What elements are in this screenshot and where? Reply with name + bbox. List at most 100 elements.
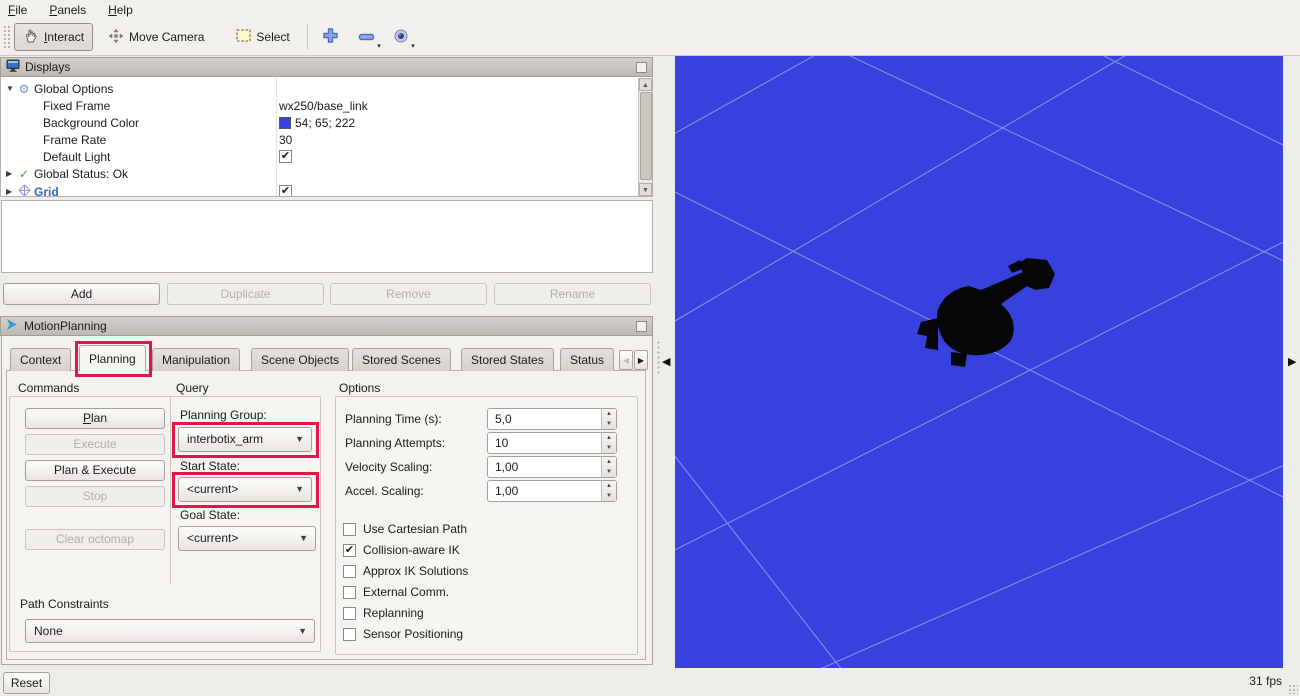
menu-help[interactable]: Help bbox=[108, 3, 133, 17]
panel-float-button[interactable] bbox=[636, 321, 647, 332]
toolbar-drag-handle[interactable] bbox=[3, 25, 10, 49]
scroll-up-icon[interactable]: ▲ bbox=[639, 78, 652, 91]
planning-time-label: Planning Time (s): bbox=[345, 412, 442, 426]
motion-planning-icon bbox=[6, 318, 19, 334]
planning-time-spinbox[interactable]: 5,0 ▲▼ bbox=[487, 408, 617, 430]
tree-row-background-color[interactable]: Background Color 54; 65; 222 bbox=[1, 114, 637, 131]
splitter-handle[interactable] bbox=[656, 340, 661, 376]
color-value-text: 54; 65; 222 bbox=[295, 116, 355, 130]
eye-icon bbox=[393, 28, 409, 47]
collision-aware-ik-option[interactable]: Collision-aware IK bbox=[343, 542, 460, 558]
camera-focus-button[interactable]: ▾ bbox=[386, 23, 416, 51]
tab-context[interactable]: Context bbox=[10, 348, 71, 371]
highlight-planning-group bbox=[172, 422, 319, 458]
chevron-down-icon: ▼ bbox=[298, 620, 307, 643]
highlight-start-state bbox=[172, 472, 319, 508]
tab-scroll-right-icon[interactable]: ▶ bbox=[634, 350, 648, 370]
replanning-checkbox[interactable] bbox=[343, 607, 356, 620]
checkbox-label: Sensor Positioning bbox=[363, 627, 463, 641]
tree-scrollbar[interactable]: ▲ ▼ bbox=[638, 78, 652, 196]
expand-arrow-icon[interactable]: ▶ bbox=[6, 169, 16, 178]
zoom-in-button[interactable] bbox=[316, 23, 346, 51]
external-comm-option[interactable]: External Comm. bbox=[343, 584, 449, 600]
chevron-down-icon: ▼ bbox=[299, 527, 308, 550]
3d-viewport[interactable] bbox=[675, 56, 1283, 668]
accel-scaling-value: 1,00 bbox=[495, 484, 518, 498]
chevron-down-icon[interactable]: ▾ bbox=[411, 43, 415, 50]
move-camera-tool-button[interactable]: Move Camera bbox=[99, 23, 213, 51]
splitter-collapse-left-icon[interactable]: ◀ bbox=[662, 357, 670, 368]
path-constraints-select[interactable]: None ▼ bbox=[25, 619, 315, 643]
use-cartesian-path-option[interactable]: Use Cartesian Path bbox=[343, 521, 467, 537]
status-bar: Reset 31 fps bbox=[0, 668, 1300, 696]
splitter-expand-right-icon[interactable]: ▶ bbox=[1288, 357, 1296, 368]
tab-stored-states[interactable]: Stored States bbox=[461, 348, 554, 371]
spinner-arrows-icon[interactable]: ▲▼ bbox=[601, 457, 616, 477]
path-constraints-value: None bbox=[34, 624, 63, 638]
3d-scene bbox=[675, 56, 1283, 668]
external-comm-checkbox[interactable] bbox=[343, 586, 356, 599]
zoom-out-button[interactable]: ▾ bbox=[352, 23, 382, 51]
tree-row-grid[interactable]: ▶ Grid bbox=[1, 183, 637, 197]
planning-group-label: Planning Group: bbox=[180, 408, 267, 422]
tree-row-global-options[interactable]: ▼ ⚙ Global Options bbox=[1, 80, 637, 97]
toolbar-separator bbox=[307, 24, 308, 50]
tab-stored-scenes[interactable]: Stored Scenes bbox=[352, 348, 451, 371]
tree-label: Global Options bbox=[34, 82, 113, 96]
resize-grip[interactable] bbox=[1288, 684, 1298, 694]
use-cartesian-path-checkbox[interactable] bbox=[343, 523, 356, 536]
chevron-down-icon[interactable]: ▾ bbox=[377, 43, 381, 50]
spinner-arrows-icon[interactable]: ▲▼ bbox=[601, 433, 616, 453]
replanning-option[interactable]: Replanning bbox=[343, 605, 424, 621]
collapse-arrow-icon[interactable]: ▼ bbox=[6, 84, 16, 93]
tree-label: Default Light bbox=[43, 150, 110, 164]
reset-button[interactable]: Reset bbox=[3, 672, 50, 694]
displays-icon bbox=[6, 59, 20, 75]
status-ok-icon: ✓ bbox=[16, 167, 32, 181]
sensor-positioning-option[interactable]: Sensor Positioning bbox=[343, 626, 463, 642]
collision-aware-ik-checkbox[interactable] bbox=[343, 544, 356, 557]
tab-scene-objects[interactable]: Scene Objects bbox=[251, 348, 349, 371]
grid-checkbox[interactable] bbox=[279, 185, 292, 197]
tree-label: Fixed Frame bbox=[43, 99, 110, 113]
default-light-checkbox[interactable] bbox=[279, 150, 292, 163]
tab-manipulation[interactable]: Manipulation bbox=[152, 348, 240, 371]
robot-arm-silhouette bbox=[917, 258, 1055, 367]
interact-tool-button[interactable]: Interact bbox=[14, 23, 93, 51]
plan-and-execute-button[interactable]: Plan & Execute bbox=[25, 460, 165, 481]
plan-button[interactable]: Plan bbox=[25, 408, 165, 429]
goal-state-value: <current> bbox=[187, 531, 238, 545]
groupbox-divider bbox=[170, 396, 171, 584]
approx-ik-solutions-checkbox[interactable] bbox=[343, 565, 356, 578]
tree-row-fixed-frame[interactable]: Fixed Frame wx250/base_link bbox=[1, 97, 637, 114]
planning-attempts-spinbox[interactable]: 10 ▲▼ bbox=[487, 432, 617, 454]
add-display-button[interactable]: Add bbox=[3, 283, 160, 305]
tab-status[interactable]: Status bbox=[560, 348, 614, 371]
scroll-down-icon[interactable]: ▼ bbox=[639, 183, 652, 196]
tree-row-default-light[interactable]: Default Light bbox=[1, 148, 637, 165]
goal-state-select[interactable]: <current> ▼ bbox=[178, 526, 316, 551]
tree-row-frame-rate[interactable]: Frame Rate 30 bbox=[1, 131, 637, 148]
approx-ik-solutions-option[interactable]: Approx IK Solutions bbox=[343, 563, 468, 579]
menu-panels[interactable]: Panels bbox=[49, 3, 86, 17]
checkbox-label: Collision-aware IK bbox=[363, 543, 460, 557]
select-tool-label: Select bbox=[256, 30, 289, 44]
select-tool-button[interactable]: Select bbox=[227, 23, 298, 51]
spinner-arrows-icon[interactable]: ▲▼ bbox=[601, 481, 616, 501]
velocity-scaling-spinbox[interactable]: 1,00 ▲▼ bbox=[487, 456, 617, 478]
select-icon bbox=[236, 29, 251, 45]
fixed-frame-value[interactable]: wx250/base_link bbox=[279, 99, 368, 113]
sensor-positioning-checkbox[interactable] bbox=[343, 628, 356, 641]
scrollbar-thumb[interactable] bbox=[640, 92, 652, 180]
menu-file[interactable]: File bbox=[8, 3, 27, 17]
tree-row-global-status[interactable]: ▶ ✓ Global Status: Ok bbox=[1, 165, 637, 182]
accel-scaling-spinbox[interactable]: 1,00 ▲▼ bbox=[487, 480, 617, 502]
motion-planning-panel-header[interactable]: MotionPlanning bbox=[0, 316, 653, 336]
spinner-arrows-icon[interactable]: ▲▼ bbox=[601, 409, 616, 429]
panel-float-button[interactable] bbox=[636, 62, 647, 73]
frame-rate-value[interactable]: 30 bbox=[279, 133, 292, 147]
displays-panel-header[interactable]: Displays bbox=[0, 57, 653, 77]
commands-heading: Commands bbox=[18, 381, 79, 395]
expand-arrow-icon[interactable]: ▶ bbox=[6, 187, 16, 196]
background-color-value[interactable]: 54; 65; 222 bbox=[279, 116, 355, 130]
